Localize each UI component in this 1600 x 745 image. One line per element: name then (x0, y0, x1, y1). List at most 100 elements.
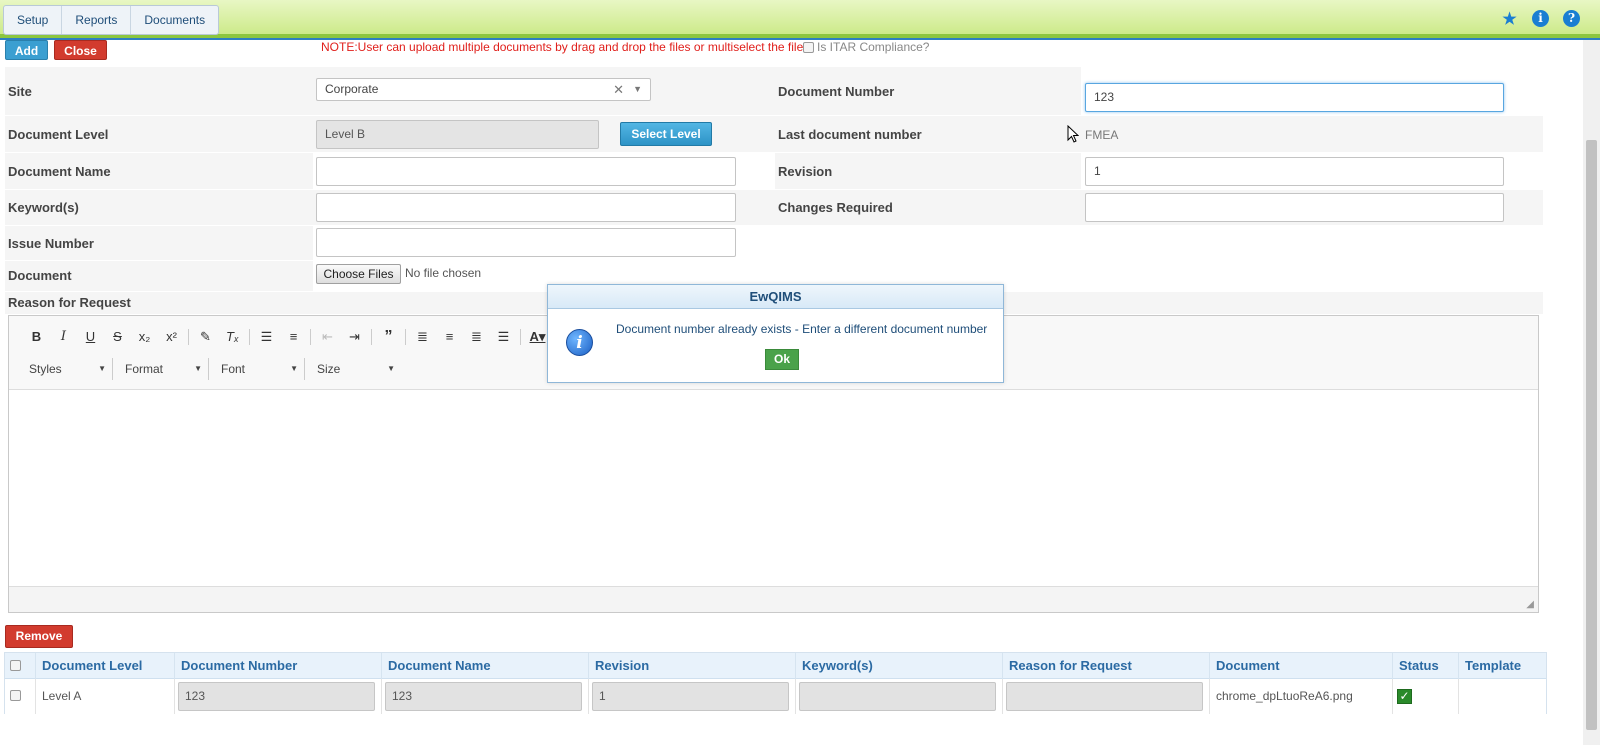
column-header[interactable]: Reason for Request (1002, 653, 1209, 679)
toolbar-separator (371, 329, 372, 345)
justify-icon[interactable]: ☰ (490, 326, 517, 348)
dialog-message: Document number already exists - Enter a… (616, 322, 988, 336)
doc-level-input: Level B (316, 120, 599, 149)
add-button[interactable]: Add (5, 40, 48, 60)
doc-number-input[interactable]: 123 (1085, 83, 1504, 112)
indent-icon[interactable]: ⇥ (341, 326, 368, 348)
numbered-list-icon[interactable]: ☰ (253, 326, 280, 348)
info-icon[interactable]: i (1532, 10, 1549, 27)
tab-documents[interactable]: Documents (131, 6, 218, 34)
remove-button[interactable]: Remove (5, 625, 73, 648)
keywords-label: Keyword(s) (8, 200, 79, 215)
italic-icon[interactable]: I (50, 326, 77, 348)
revision-label: Revision (778, 164, 833, 179)
format-painter-icon[interactable]: ✎ (192, 326, 219, 348)
keywords-input[interactable] (316, 193, 736, 222)
cell-status: ✓ (1392, 679, 1458, 714)
cell-document: chrome_dpLtuoReA6.png (1209, 679, 1392, 714)
column-header[interactable]: Document Name (381, 653, 588, 679)
select-all-checkbox[interactable] (10, 660, 21, 671)
chevron-down-icon[interactable]: ▼ (633, 79, 642, 100)
document-label: Document (8, 268, 72, 283)
editor-toolbar-row-2: Styles ▼ Format ▼ Font ▼ Size ▼ (23, 358, 407, 380)
cell-number-input: 123 (178, 682, 375, 711)
changes-required-input[interactable] (1085, 193, 1504, 222)
no-file-text: No file chosen (405, 266, 482, 280)
doc-name-input[interactable] (316, 157, 736, 186)
site-select-value: Corporate (325, 82, 379, 96)
editor-footer: ◢ (9, 586, 1538, 612)
alert-dialog: EwQIMS i Document number already exists … (547, 284, 1004, 383)
site-select[interactable]: Corporate ✕ ▼ (316, 78, 651, 101)
table-row: Level A 123 123 1 chrome_dpLtuoReA6.png … (5, 679, 1546, 714)
chevron-down-icon: ▼ (387, 364, 395, 373)
cell-revision-input: 1 (592, 682, 789, 711)
column-header[interactable]: Revision (588, 653, 795, 679)
top-navigation-bar: Setup Reports Documents ★ i ? (0, 0, 1600, 40)
tab-reports[interactable]: Reports (62, 6, 132, 34)
site-label: Site (8, 84, 32, 99)
superscript-icon[interactable]: x² (158, 326, 185, 348)
issue-number-input[interactable] (316, 228, 736, 257)
size-dropdown[interactable]: Size ▼ (311, 358, 401, 380)
subscript-icon[interactable]: x₂ (131, 326, 158, 348)
remove-format-icon[interactable]: Tₓ (219, 326, 246, 348)
cell-document-text[interactable]: chrome_dpLtuoReA6.png (1216, 689, 1353, 703)
bulleted-list-icon[interactable]: ≡ (280, 326, 307, 348)
toolbar-separator (520, 329, 521, 345)
tab-setup[interactable]: Setup (4, 6, 63, 34)
font-dropdown[interactable]: Font ▼ (215, 358, 305, 380)
resize-handle-icon[interactable]: ◢ (1526, 599, 1534, 610)
column-header[interactable]: Status (1392, 653, 1458, 679)
top-icons: ★ i ? (1501, 10, 1580, 27)
cell-keywords-input (799, 682, 996, 711)
underline-icon[interactable]: U (77, 326, 104, 348)
cell-keywords (795, 679, 1002, 714)
cell-reason (1002, 679, 1209, 714)
column-header[interactable]: Keyword(s) (795, 653, 1002, 679)
doc-level-label: Document Level (8, 127, 109, 142)
strikethrough-icon[interactable]: S (104, 326, 131, 348)
site-label-cell (5, 67, 313, 115)
toolbar-separator (249, 329, 250, 345)
page-scrollbar[interactable] (1583, 40, 1600, 745)
toolbar-separator (405, 329, 406, 345)
row-checkbox[interactable] (10, 690, 21, 701)
itar-compliance: Is ITAR Compliance? (803, 40, 929, 54)
chevron-down-icon: ▼ (98, 364, 106, 373)
scrollbar-thumb[interactable] (1586, 140, 1597, 730)
column-header[interactable]: Document Level (35, 653, 174, 679)
itar-label: Is ITAR Compliance? (817, 40, 930, 54)
blockquote-icon[interactable]: ” (375, 326, 402, 348)
revision-input[interactable]: 1 (1085, 157, 1504, 186)
align-left-icon[interactable]: ≣ (409, 326, 436, 348)
close-button[interactable]: Close (54, 40, 107, 60)
column-header[interactable]: Template (1458, 653, 1546, 679)
itar-checkbox[interactable] (803, 41, 814, 53)
cell-template (1458, 679, 1546, 714)
column-header[interactable]: Document (1209, 653, 1392, 679)
format-dropdown[interactable]: Format ▼ (119, 358, 209, 380)
info-icon: i (566, 329, 593, 356)
styles-dropdown[interactable]: Styles ▼ (23, 358, 113, 380)
doc-name-label: Document Name (8, 164, 111, 179)
clear-icon[interactable]: ✕ (613, 79, 624, 100)
ok-button[interactable]: Ok (765, 349, 799, 370)
align-center-icon[interactable]: ≡ (436, 326, 463, 348)
chevron-down-icon: ▼ (194, 364, 202, 373)
bold-icon[interactable]: B (23, 326, 50, 348)
help-icon[interactable]: ? (1563, 10, 1580, 27)
outdent-icon[interactable]: ⇤ (314, 326, 341, 348)
pin-icon[interactable]: ★ (1501, 10, 1518, 27)
column-header[interactable]: Document Number (174, 653, 381, 679)
cell-level-text: Level A (42, 689, 82, 703)
editor-content-area[interactable] (9, 391, 1538, 585)
font-dropdown-label: Font (221, 362, 246, 376)
format-dropdown-label: Format (125, 362, 164, 376)
row-doc-level (5, 116, 1543, 152)
choose-files-button[interactable]: Choose Files (316, 264, 401, 284)
status-check-icon[interactable]: ✓ (1397, 689, 1412, 704)
align-right-icon[interactable]: ≣ (463, 326, 490, 348)
upload-note: NOTE:User can upload multiple documents … (321, 40, 810, 54)
select-level-button[interactable]: Select Level (620, 122, 712, 146)
